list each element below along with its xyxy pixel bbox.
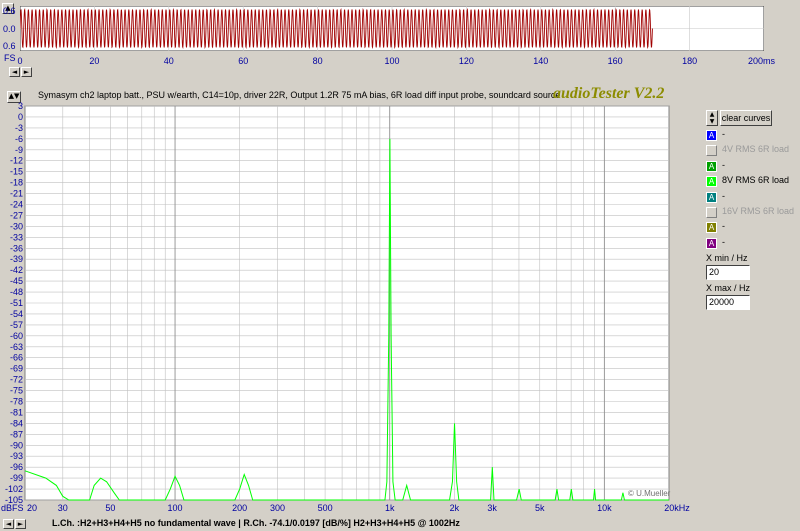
clear-curves-button[interactable]: clear curves bbox=[720, 110, 772, 126]
legend-label: - bbox=[722, 190, 725, 201]
legend-checkbox[interactable]: A bbox=[706, 160, 717, 172]
spectrum-x-tick-label: 50 bbox=[105, 503, 115, 513]
legend-checkbox[interactable]: A bbox=[706, 222, 717, 234]
curves-spin-button[interactable]: ▲ ▼ bbox=[706, 110, 718, 126]
spectrum-x-tick-label: 1k bbox=[385, 503, 395, 513]
scope-y-label-bottom: 0.6 bbox=[3, 41, 16, 51]
spectrum-y-tick-label: -93 bbox=[10, 451, 23, 461]
scope-x-tick-label: 140 bbox=[533, 56, 548, 66]
spectrum-y-tick-label: -102 bbox=[5, 484, 23, 494]
status-text: L.Ch. :H2+H3+H4+H5 no fundamental wave |… bbox=[52, 518, 460, 528]
spectrum-y-tick-label: -45 bbox=[10, 276, 23, 286]
legend-label: - bbox=[722, 159, 725, 170]
spectrum-y-tick-label: -87 bbox=[10, 429, 23, 439]
spectrum-y-tick-label: -72 bbox=[10, 375, 23, 385]
legend-checkbox[interactable]: A bbox=[706, 130, 717, 141]
status-scroll-right[interactable]: ► bbox=[15, 519, 26, 529]
scope-display[interactable] bbox=[20, 6, 764, 51]
scope-x-tick-label: 0 bbox=[17, 56, 22, 66]
spectrum-y-tick-label: -27 bbox=[10, 210, 23, 220]
spectrum-y-tick-label: -18 bbox=[10, 178, 23, 188]
legend-checkbox[interactable] bbox=[706, 207, 717, 218]
spectrum-y-tick-label: -24 bbox=[10, 200, 23, 210]
scope-y-label-top: 0.6 bbox=[3, 6, 16, 16]
spectrum-x-tick-label: 30 bbox=[58, 503, 68, 513]
spectrum-y-tick-label: -42 bbox=[10, 265, 23, 275]
spectrum-y-tick-label: -12 bbox=[10, 156, 23, 166]
spectrum-x-tick-label: 20 bbox=[27, 503, 37, 513]
spectrum-y-tick-label: -36 bbox=[10, 243, 23, 253]
spectrum-y-tick-label: -30 bbox=[10, 221, 23, 231]
legend-label: 8V RMS 6R load bbox=[722, 175, 790, 186]
xmin-input[interactable]: 20 bbox=[706, 265, 750, 280]
spectrum-y-tick-label: -84 bbox=[10, 418, 23, 428]
spectrum-y-tick-label: -48 bbox=[10, 287, 23, 297]
spectrum-y-tick-label: -69 bbox=[10, 364, 23, 374]
xmax-input[interactable]: 20000 bbox=[706, 295, 750, 310]
legend-label: - bbox=[722, 236, 725, 247]
spectrum-y-tick-label: 3 bbox=[18, 101, 23, 111]
spectrum-x-tick-label: 200 bbox=[232, 503, 247, 513]
spectrum-x-tick-label: 3k bbox=[487, 503, 497, 513]
description-text: Symasym ch2 laptop batt., PSU w/earth, C… bbox=[38, 90, 561, 100]
legend-label: - bbox=[722, 221, 725, 232]
spectrum-x-axis: 20 30 50 100 200 300 500 1k 2k 3k 5k 10k 20kHz dBFS bbox=[1, 503, 690, 513]
legend-checkbox[interactable]: A bbox=[706, 237, 717, 249]
spectrum-x-tick-label: 100 bbox=[168, 503, 183, 513]
scope-x-tick-label: 80 bbox=[313, 56, 323, 66]
spectrum-y-tick-label: -99 bbox=[10, 473, 23, 483]
scope-y-label-mid: 0.0 bbox=[3, 24, 16, 34]
spectrum-x-tick-label: 500 bbox=[318, 503, 333, 513]
spectrum-y-tick-label: -6 bbox=[15, 134, 23, 144]
scope-x-unit-label: 200ms bbox=[748, 56, 776, 66]
spectrum-y-tick-label: -54 bbox=[10, 309, 23, 319]
spectrum-y-tick-label: -15 bbox=[10, 167, 23, 177]
legend-checkbox[interactable]: A bbox=[706, 176, 717, 188]
spectrum-x-tick-label: 5k bbox=[535, 503, 545, 513]
spectrum-y-tick-label: -51 bbox=[10, 298, 23, 308]
spectrum-y-unit-label: dBFS bbox=[1, 503, 24, 513]
legend-label: - bbox=[722, 129, 725, 139]
legend-label: 4V RMS 6R load bbox=[722, 144, 790, 155]
legend-label: 16V RMS 6R load bbox=[722, 206, 795, 216]
spectrum-y-tick-label: -57 bbox=[10, 320, 23, 330]
spectrum-y-tick-label: -90 bbox=[10, 440, 23, 450]
status-scroll-left[interactable]: ◄ bbox=[3, 519, 14, 529]
spectrum-y-tick-label: -60 bbox=[10, 331, 23, 341]
spectrum-y-tick-label: -66 bbox=[10, 353, 23, 363]
watermark: © U.Mueller bbox=[628, 489, 671, 498]
spectrum-y-tick-label: -3 bbox=[15, 123, 23, 133]
spectrum-y-tick-label: -21 bbox=[10, 189, 23, 199]
spectrum-chart[interactable]: 30-3-6-9-12-15-18-21-24-27-30-33-36-39-4… bbox=[0, 100, 700, 531]
spectrum-x-tick-label: 10k bbox=[597, 503, 612, 513]
spectrum-x-tick-label: 300 bbox=[270, 503, 285, 513]
spectrum-x-tick-label: 20kHz bbox=[664, 503, 690, 513]
scope-x-tick-label: 180 bbox=[682, 56, 697, 66]
scope-x-tick-label: 60 bbox=[238, 56, 248, 66]
spectrum-y-tick-label: -33 bbox=[10, 232, 23, 242]
scope-x-tick-label: 160 bbox=[608, 56, 623, 66]
scope-x-tick-label: 120 bbox=[459, 56, 474, 66]
scope-x-tick-label: 20 bbox=[89, 56, 99, 66]
scope-range-button-down[interactable]: ◄ bbox=[9, 67, 20, 77]
spectrum-y-tick-label: -78 bbox=[10, 397, 23, 407]
spectrum-y-tick-label: -75 bbox=[10, 386, 23, 396]
scope-range-button-right[interactable]: ► bbox=[21, 67, 32, 77]
spectrum-y-tick-label: -81 bbox=[10, 407, 23, 417]
spectrum-y-tick-label: -96 bbox=[10, 462, 23, 472]
legend-checkbox[interactable] bbox=[706, 145, 717, 157]
legend-checkbox[interactable]: A bbox=[706, 191, 717, 203]
spectrum-y-tick-label: -39 bbox=[10, 254, 23, 264]
spectrum-y-axis: 30-3-6-9-12-15-18-21-24-27-30-33-36-39-4… bbox=[5, 101, 23, 505]
scope-x-tick-label: 40 bbox=[164, 56, 174, 66]
spectrum-y-tick-label: -63 bbox=[10, 342, 23, 352]
scope-x-tick-label: 100 bbox=[384, 56, 399, 66]
xmax-label: X max / Hz bbox=[706, 283, 751, 293]
xmin-label: X min / Hz bbox=[706, 253, 748, 263]
spectrum-x-tick-label: 2k bbox=[450, 503, 460, 513]
scope-x-axis: 0 20 40 60 80 100 120 140 160 180 200ms bbox=[17, 56, 776, 66]
spectrum-y-tick-label: 0 bbox=[18, 112, 23, 122]
spectrum-grid bbox=[24, 105, 670, 501]
spectrum-y-tick-label: -9 bbox=[15, 145, 23, 155]
